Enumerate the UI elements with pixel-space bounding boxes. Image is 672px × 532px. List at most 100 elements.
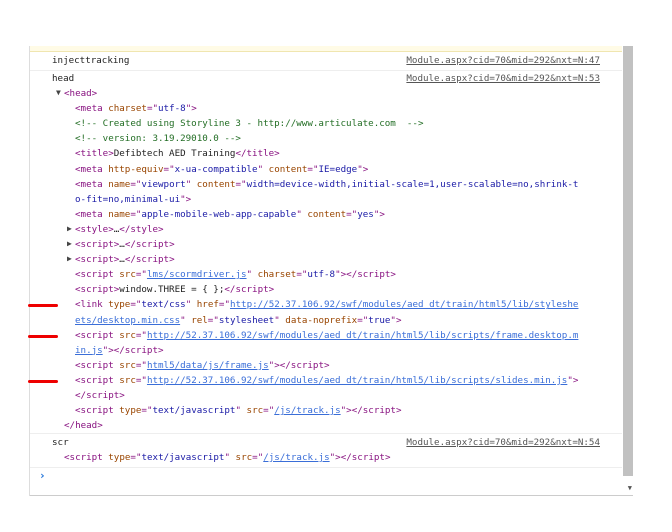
code-token-attr: src <box>246 405 264 417</box>
code-token-attr: type <box>108 299 131 311</box>
code-token-val: text/javascript <box>152 405 236 417</box>
code-token-val: stylesheet <box>218 314 275 326</box>
resource-link[interactable]: http://52.37.106.92/swf/modules/aed_dt/t… <box>230 299 578 310</box>
source-link[interactable]: Module.aspx?cid=70&mid=292&nxt=N:47 <box>406 53 600 68</box>
resource-link[interactable]: http://52.37.106.92/swf/modules/aed_dt/t… <box>147 375 567 386</box>
console-prompt[interactable]: › <box>39 469 46 482</box>
code-line: <script>…</script> <box>75 252 175 267</box>
resource-link[interactable]: in.js <box>75 345 103 356</box>
code-token-tag: "> <box>390 314 402 326</box>
resource-link[interactable]: http://52.37.106.92/swf/modules/aed_dt/t… <box>147 330 578 341</box>
code-line: <title>Defibtech AED Training</title> <box>75 146 280 161</box>
code-token-tag: " <box>257 163 269 175</box>
code-line: <style>…</style> <box>75 222 164 237</box>
code-token-val: true <box>368 314 391 326</box>
code-token-text: window.THREE = { }; <box>119 284 225 296</box>
code-line: <script>…</script> <box>75 237 175 252</box>
code-token-tag: =" <box>346 208 358 220</box>
divider <box>30 495 633 496</box>
code-token-tag: " <box>185 299 197 311</box>
resource-link[interactable]: html5/data/js/frame.js <box>147 360 269 371</box>
code-token-tag: "></script> <box>102 344 164 356</box>
code-token-tag: =" <box>252 452 264 463</box>
red-annotation-marker <box>28 304 58 308</box>
code-token-tag: " <box>235 405 247 417</box>
red-annotation-marker <box>28 379 58 383</box>
code-token-tag: =" <box>218 299 230 311</box>
message-label: scr <box>52 437 69 448</box>
code-token-tag: <script> <box>75 284 120 296</box>
code-token-val: IE=edge <box>318 163 358 175</box>
scrollbar[interactable] <box>623 46 633 476</box>
code-token-tag: =" <box>135 269 147 281</box>
code-token-tag: <title> <box>75 148 114 160</box>
code-line: <script src="lms/scormdriver.js" charset… <box>75 267 396 282</box>
message-label: head <box>52 73 75 84</box>
code-line: </head> <box>64 418 103 433</box>
code-token-tag: =" <box>130 299 142 311</box>
code-token-tag: <script <box>64 452 109 463</box>
code-line: in.js"></script> <box>75 343 164 358</box>
code-line: <script src="html5/data/js/frame.js"></s… <box>75 358 330 373</box>
code-token-tag: =" <box>207 314 219 326</box>
code-token-tag: =" <box>357 314 369 326</box>
code-token-tag: =" <box>296 269 308 281</box>
code-token-tag: =" <box>135 329 147 341</box>
code-line: <!-- version: 3.19.29010.0 --> <box>75 131 241 146</box>
code-token-tag: =" <box>130 452 142 463</box>
code-token-tag: =" <box>130 208 142 220</box>
devtools-console: injecttracking Module.aspx?cid=70&mid=29… <box>29 46 633 496</box>
code-token-tag: "> <box>185 103 197 115</box>
code-token-tag: "> <box>373 208 385 220</box>
code-line: <script type="text/javascript" src="/js/… <box>75 403 401 418</box>
code-token-tag: =" <box>235 178 247 190</box>
code-line: <link type="text/css" href="http://52.37… <box>75 297 578 312</box>
scroll-down-arrow-icon[interactable]: ▼ <box>628 484 632 492</box>
code-token-attr: src <box>119 269 136 281</box>
code-token-tag: </script> <box>124 254 175 266</box>
console-message-head: head Module.aspx?cid=70&mid=292&nxt=N:53… <box>30 71 622 434</box>
code-token-tag: "></script> <box>329 452 391 463</box>
code-token-tag: " <box>224 452 236 463</box>
code-token-attr: href <box>196 299 219 311</box>
collapse-triangle-icon[interactable]: ▼ <box>56 88 61 97</box>
code-token-val: text/javascript <box>141 452 225 463</box>
code-line: ets/desktop.min.css" rel="stylesheet" da… <box>75 313 402 328</box>
code-token-tag: <script> <box>75 254 120 266</box>
code-token-attr: name <box>108 178 131 190</box>
resource-link[interactable]: lms/scormdriver.js <box>147 269 247 280</box>
code-token-val: yes <box>357 208 374 220</box>
code-token-tag: <meta <box>75 163 109 175</box>
code-token-tag: =" <box>263 405 275 417</box>
code-token-tag: <script> <box>75 239 120 250</box>
code-token-tag: =" <box>130 178 142 190</box>
code-token-tag: <script <box>75 359 120 371</box>
code-line: <script src="http://52.37.106.92/swf/mod… <box>75 373 578 388</box>
code-token-val: viewport <box>141 178 186 190</box>
expand-triangle-icon[interactable]: ▶ <box>67 239 72 248</box>
code-token-tag: " <box>296 208 308 220</box>
code-token-val: utf-8 <box>307 269 336 281</box>
resource-link[interactable]: /js/track.js <box>263 452 329 463</box>
console-message-scr: scr Module.aspx?cid=70&mid=292&nxt=N:54 … <box>30 434 622 468</box>
source-link[interactable]: Module.aspx?cid=70&mid=292&nxt=N:53 <box>406 71 600 86</box>
code-token-tag: <meta <box>75 178 109 190</box>
expand-triangle-icon[interactable]: ▶ <box>67 254 72 263</box>
code-token-tag: =" <box>135 374 147 386</box>
code-token-tag: <script <box>75 374 120 386</box>
code-token-val: utf-8 <box>158 103 186 115</box>
code-token-val: text/css <box>141 299 186 311</box>
resource-link[interactable]: ets/desktop.min.css <box>75 315 180 326</box>
message-label: injecttracking <box>52 55 130 66</box>
code-line: <script src="http://52.37.106.92/swf/mod… <box>75 328 578 343</box>
expand-triangle-icon[interactable]: ▶ <box>67 224 72 233</box>
code-token-val: apple-mobile-web-app-capable <box>141 208 297 220</box>
code-line: <head> <box>64 86 97 101</box>
resource-link[interactable]: /js/track.js <box>274 405 340 416</box>
code-token-tag: <link <box>75 299 109 311</box>
red-annotation-marker <box>28 334 58 338</box>
code-token-attr: type <box>119 405 142 417</box>
code-token-comment: <!-- Created using Storyline 3 - http://… <box>75 118 424 130</box>
source-link[interactable]: Module.aspx?cid=70&mid=292&nxt=N:54 <box>406 435 600 450</box>
code-token-attr: content <box>268 163 308 175</box>
